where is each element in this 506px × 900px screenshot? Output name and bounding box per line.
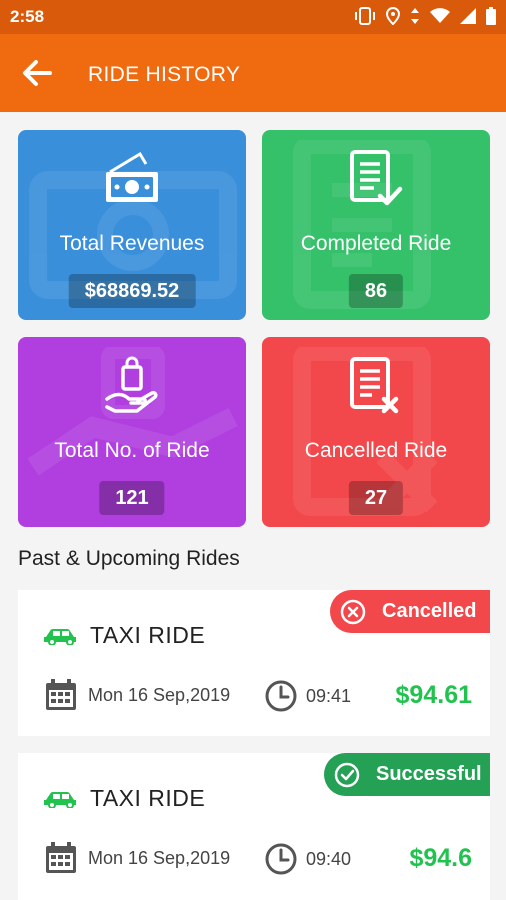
checklist-icon	[350, 150, 403, 206]
stat-label: Cancelled Ride	[304, 439, 448, 462]
ride-type: TAXI RIDE	[44, 785, 205, 812]
calendar-icon	[46, 679, 76, 710]
ride-price: $94.61	[395, 681, 472, 709]
location-icon	[386, 7, 400, 25]
ride-card[interactable]: Successful TAXI RIDE Mon 16 Sep,2019 09:…	[18, 753, 490, 900]
ride-date-text: Mon 16 Sep,2019	[88, 684, 231, 705]
status-label: Successful	[376, 763, 482, 785]
data-arrows-icon	[411, 8, 419, 24]
stat-value: 86	[348, 274, 404, 308]
section-title: Past & Upcoming Rides	[18, 547, 240, 570]
ride-time-text: 09:41	[306, 685, 352, 706]
ride-time-text: 09:40	[306, 848, 352, 869]
back-button[interactable]	[20, 56, 60, 90]
stat-card-cancelled-ride[interactable]: Cancelled Ride 27	[262, 337, 490, 527]
status-badge-cancelled: Cancelled	[330, 590, 490, 633]
stat-card-total-rides[interactable]: Total No. of Ride 121	[18, 337, 246, 527]
battery-icon	[486, 7, 496, 25]
clock-icon	[265, 680, 297, 712]
money-icon	[106, 151, 158, 202]
vibrate-icon	[355, 7, 375, 25]
ride-price: $94.6	[409, 844, 472, 872]
stat-card-total-revenues[interactable]: Total Revenues $68869.52	[18, 130, 246, 320]
check-circle-icon	[334, 762, 360, 787]
arrow-left-icon	[23, 60, 52, 86]
ride-date: Mon 16 Sep,2019	[44, 841, 230, 875]
cancel-list-icon	[350, 357, 399, 414]
hand-bag-icon	[105, 356, 158, 413]
stat-label: Completed Ride	[300, 232, 452, 255]
car-icon	[44, 791, 76, 808]
ride-date: Mon 16 Sep,2019	[44, 678, 230, 712]
clock-icon	[265, 843, 297, 875]
status-label: Cancelled	[382, 600, 477, 622]
stat-card-completed-ride[interactable]: Completed Ride 86	[262, 130, 490, 320]
stat-value: 121	[99, 481, 165, 515]
car-icon	[44, 628, 76, 645]
ride-type: TAXI RIDE	[44, 622, 205, 649]
ride-time: 09:41	[264, 679, 351, 713]
signal-icon	[460, 8, 476, 24]
stat-value: 27	[348, 481, 404, 515]
status-time: 2:58	[10, 7, 45, 26]
ride-card[interactable]: Cancelled TAXI RIDE Mon 16 Sep,2019 09:4…	[18, 590, 490, 736]
page-title: RIDE HISTORY	[88, 63, 241, 86]
ride-type-label: TAXI RIDE	[90, 622, 206, 648]
status-icons	[354, 7, 496, 25]
cancel-circle-icon	[340, 599, 366, 624]
ride-date-text: Mon 16 Sep,2019	[88, 847, 231, 868]
stat-value: $68869.52	[68, 274, 196, 308]
ride-time: 09:40	[264, 842, 351, 876]
stat-label: Total Revenues	[59, 232, 205, 255]
calendar-icon	[46, 842, 76, 873]
status-badge-successful: Successful	[324, 753, 490, 796]
stat-label: Total No. of Ride	[54, 439, 210, 462]
app-bar: RIDE HISTORY	[0, 34, 506, 112]
wifi-icon	[430, 8, 450, 23]
ride-type-label: TAXI RIDE	[90, 785, 206, 811]
status-bar: 2:58	[0, 0, 506, 34]
